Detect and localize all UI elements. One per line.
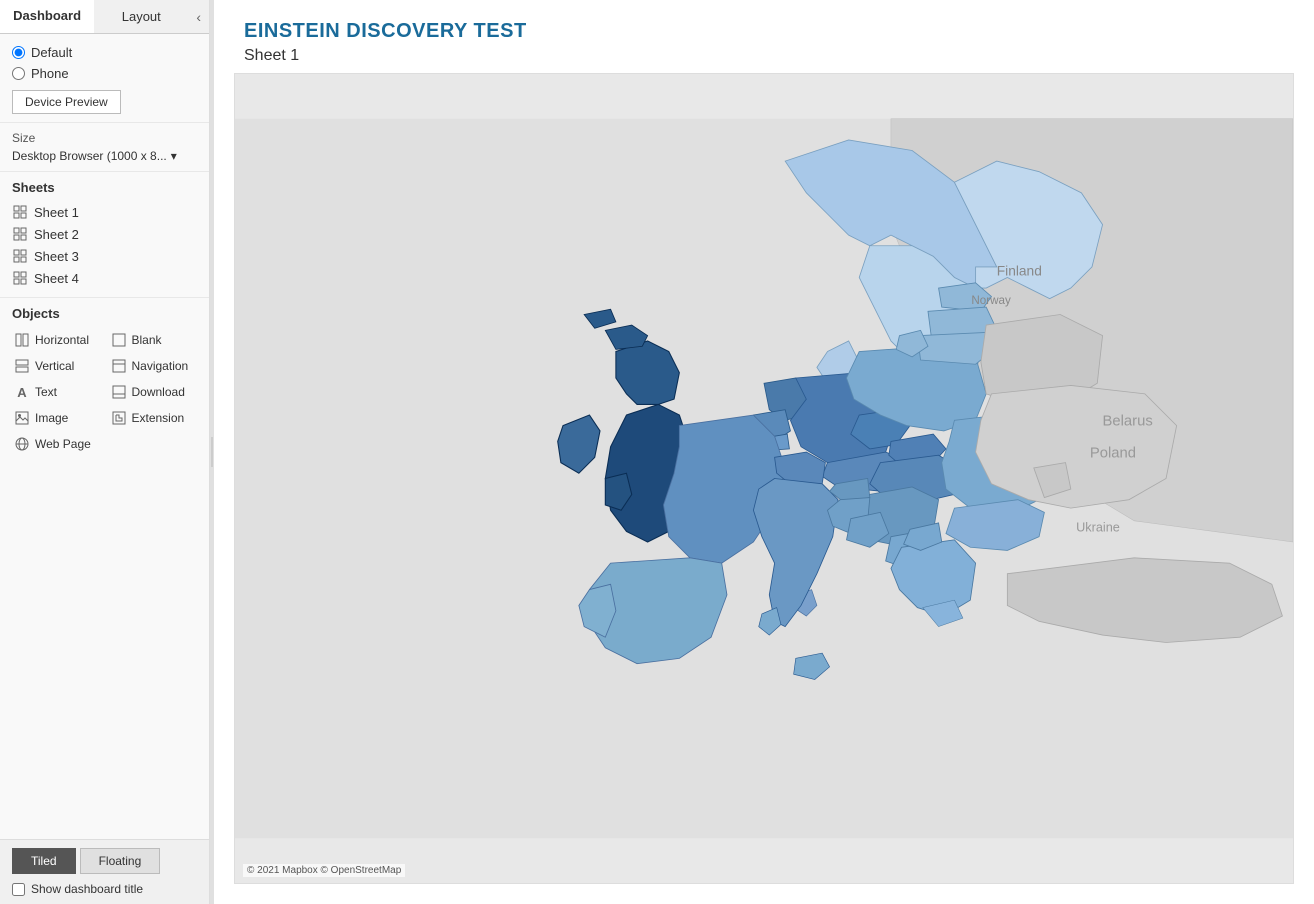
object-webpage[interactable]: Web Page — [12, 433, 101, 455]
sidebar-bottom: Tiled Floating Show dashboard title — [0, 839, 209, 904]
object-blank[interactable]: Blank — [109, 329, 198, 351]
sheet2-icon — [12, 226, 28, 242]
object-text-label: Text — [35, 385, 57, 399]
tab-dashboard[interactable]: Dashboard — [0, 0, 94, 33]
sheets-title: Sheets — [12, 180, 197, 195]
default-layout-option[interactable]: Default — [12, 42, 197, 63]
object-download[interactable]: Download — [109, 381, 198, 403]
sheet-item-4[interactable]: Sheet 4 — [12, 267, 197, 289]
object-vertical-label: Vertical — [35, 359, 74, 373]
size-section: Size Desktop Browser (1000 x 8... ▾ — [0, 123, 209, 172]
text-icon: A — [14, 384, 30, 400]
sheet-item-1[interactable]: Sheet 1 — [12, 201, 197, 223]
svg-text:Belarus: Belarus — [1103, 414, 1153, 430]
object-image-label: Image — [35, 411, 68, 425]
page-title: EINSTEIN DISCOVERY TEST — [244, 20, 1284, 43]
sheet-title: Sheet 1 — [244, 47, 1284, 65]
navigation-icon — [111, 358, 127, 374]
tiled-floating-controls: Tiled Floating — [12, 848, 197, 874]
object-vertical[interactable]: Vertical — [12, 355, 101, 377]
object-download-label: Download — [132, 385, 185, 399]
europe-map: Finland Norway Belarus Ukraine Poland Tu… — [235, 74, 1293, 883]
webpage-icon — [14, 436, 30, 452]
sheet3-icon — [12, 248, 28, 264]
tab-layout[interactable]: Layout — [94, 0, 188, 33]
svg-text:Ukraine: Ukraine — [1076, 520, 1120, 534]
horizontal-icon — [14, 332, 30, 348]
size-chevron-icon: ▾ — [171, 149, 177, 163]
default-layout-label: Default — [31, 45, 72, 60]
sheet3-label: Sheet 3 — [34, 249, 79, 264]
sheet1-label: Sheet 1 — [34, 205, 79, 220]
size-value: Desktop Browser (1000 x 8... — [12, 149, 167, 163]
object-text[interactable]: A Text — [12, 381, 101, 403]
object-webpage-label: Web Page — [35, 437, 91, 451]
vertical-icon — [14, 358, 30, 374]
download-icon — [111, 384, 127, 400]
object-navigation-label: Navigation — [132, 359, 189, 373]
main-content: EINSTEIN DISCOVERY TEST Sheet 1 — [214, 0, 1314, 904]
show-title-control[interactable]: Show dashboard title — [12, 882, 197, 896]
sheet1-icon — [12, 204, 28, 220]
size-title: Size — [12, 131, 197, 145]
objects-grid: Horizontal Blank Vertical Navigation — [12, 329, 197, 455]
layout-options-section: Default Phone Device Preview — [0, 34, 209, 123]
map-attribution: © 2021 Mapbox © OpenStreetMap — [243, 864, 405, 877]
image-icon — [14, 410, 30, 426]
sheet2-label: Sheet 2 — [34, 227, 79, 242]
tiled-button[interactable]: Tiled — [12, 848, 76, 874]
svg-text:Norway: Norway — [971, 294, 1011, 307]
phone-layout-label: Phone — [31, 66, 69, 81]
show-title-checkbox[interactable] — [12, 883, 25, 896]
object-horizontal-label: Horizontal — [35, 333, 89, 347]
svg-text:Finland: Finland — [997, 263, 1042, 278]
sidebar-tabs: Dashboard Layout ‹ — [0, 0, 209, 34]
object-navigation[interactable]: Navigation — [109, 355, 198, 377]
object-extension[interactable]: Extension — [109, 407, 198, 429]
sheets-section: Sheets Sheet 1 Sheet 2 Sheet 3 Sheet 4 — [0, 172, 209, 298]
sidebar: Dashboard Layout ‹ Default Phone Device … — [0, 0, 210, 904]
extension-icon — [111, 410, 127, 426]
device-preview-button[interactable]: Device Preview — [12, 90, 121, 114]
sheet4-label: Sheet 4 — [34, 271, 79, 286]
close-sidebar-button[interactable]: ‹ — [188, 0, 209, 33]
object-horizontal[interactable]: Horizontal — [12, 329, 101, 351]
svg-text:Poland: Poland — [1090, 445, 1136, 461]
sidebar-divider — [210, 0, 214, 904]
sheet4-icon — [12, 270, 28, 286]
objects-section: Objects Horizontal Blank Vertical — [0, 298, 209, 839]
phone-layout-option[interactable]: Phone — [12, 63, 197, 84]
object-extension-label: Extension — [132, 411, 185, 425]
object-image[interactable]: Image — [12, 407, 101, 429]
object-blank-label: Blank — [132, 333, 162, 347]
blank-icon — [111, 332, 127, 348]
map-container: Finland Norway Belarus Ukraine Poland Tu… — [234, 73, 1294, 884]
objects-title: Objects — [12, 306, 197, 321]
floating-button[interactable]: Floating — [80, 848, 161, 874]
show-title-label: Show dashboard title — [31, 882, 143, 896]
main-header: EINSTEIN DISCOVERY TEST Sheet 1 — [214, 0, 1314, 73]
size-selector[interactable]: Desktop Browser (1000 x 8... ▾ — [12, 149, 197, 163]
sheet-item-3[interactable]: Sheet 3 — [12, 245, 197, 267]
sheet-item-2[interactable]: Sheet 2 — [12, 223, 197, 245]
